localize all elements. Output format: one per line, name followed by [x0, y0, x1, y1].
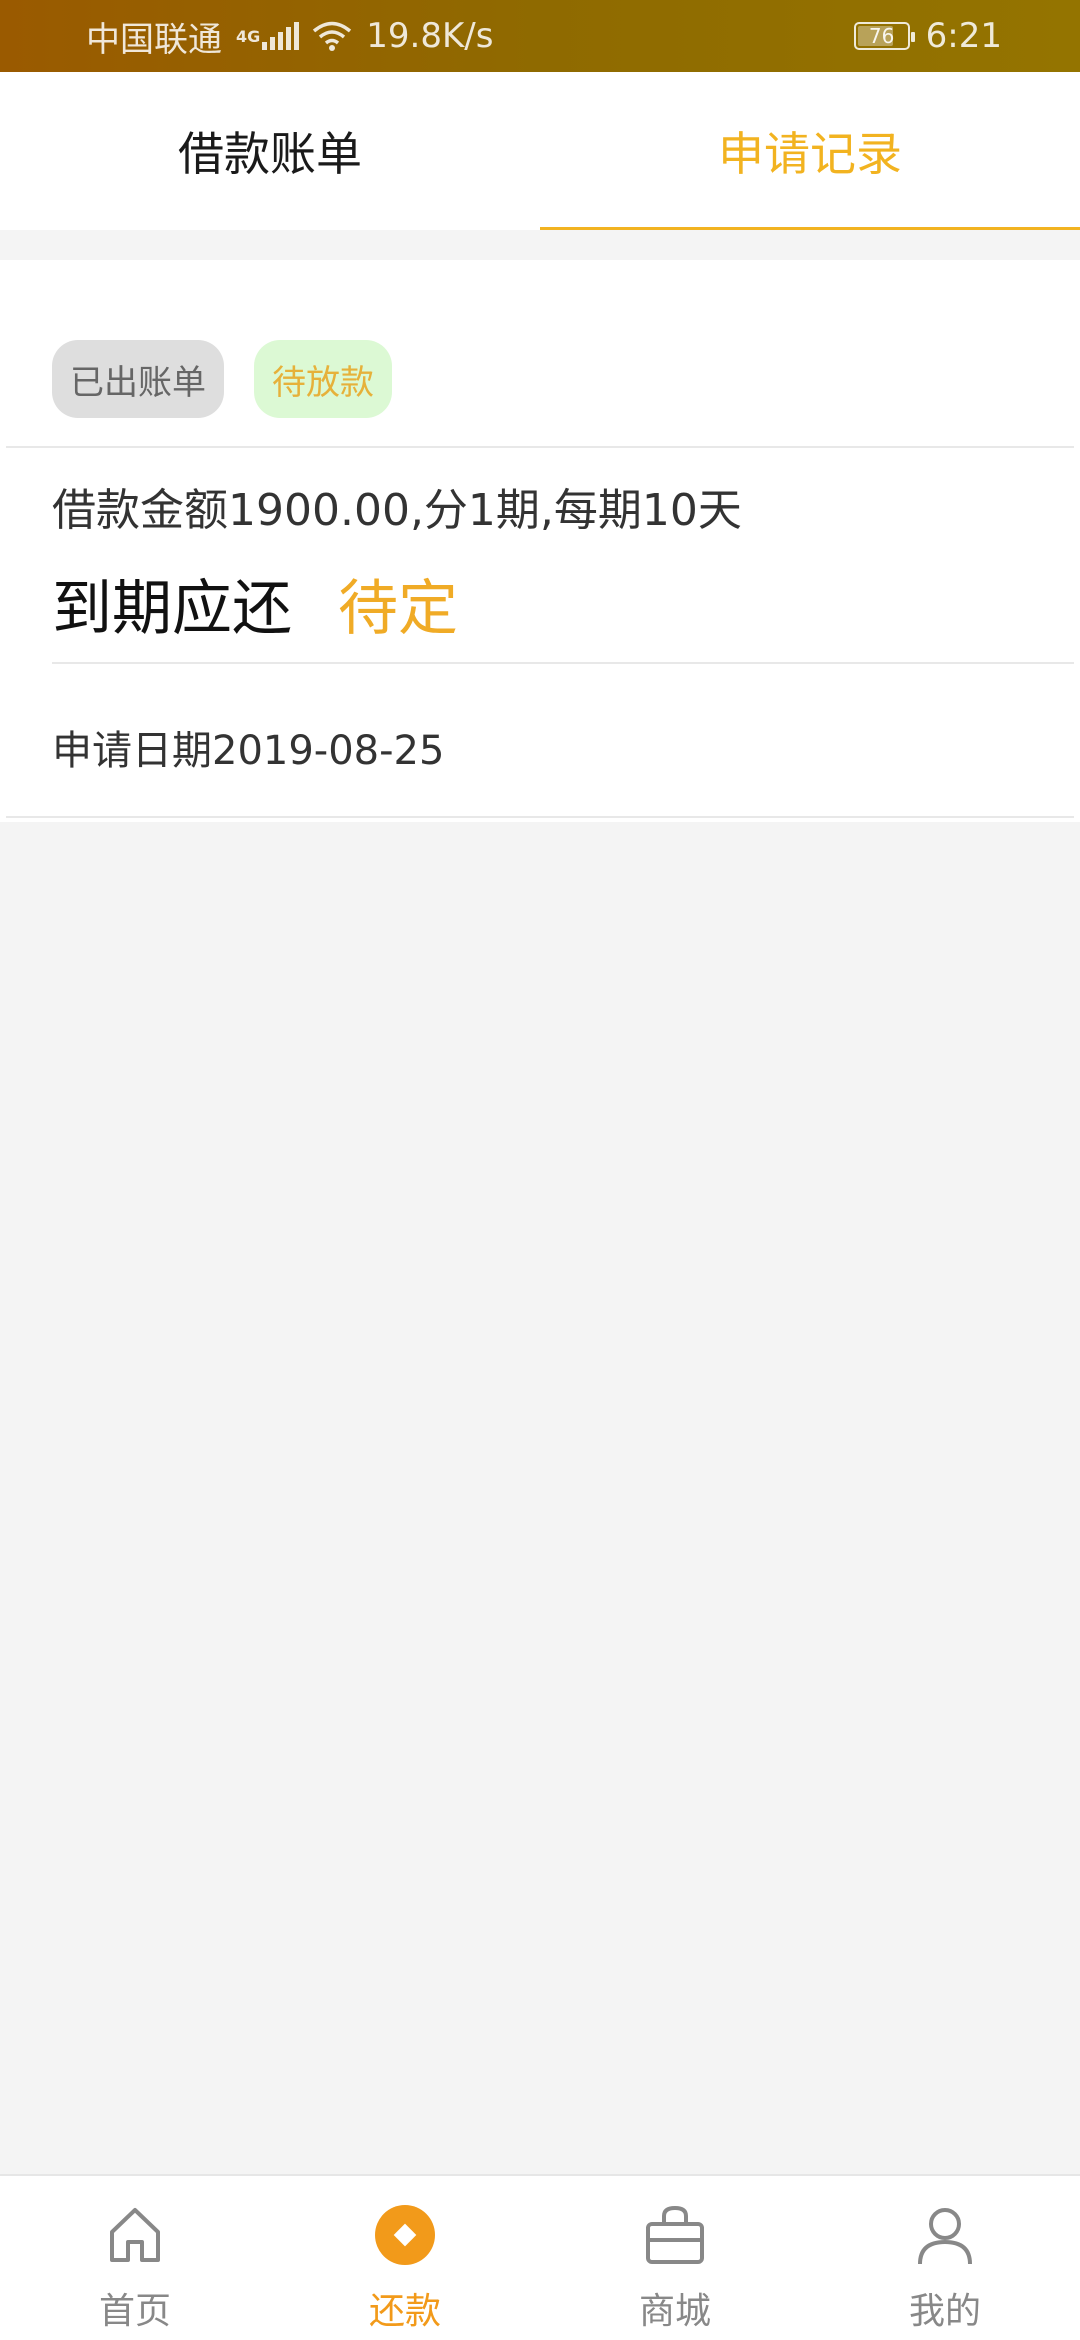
- user-icon: [918, 2208, 972, 2265]
- clock: 6:21: [925, 16, 1002, 56]
- due-value: 待定: [338, 574, 458, 644]
- nav-mine[interactable]: 我的: [810, 2176, 1080, 2340]
- tab-loan-bills[interactable]: 借款账单: [0, 72, 540, 230]
- signal-icon: [262, 22, 302, 50]
- status-badge-pending-disbursement: 待放款: [254, 340, 392, 418]
- divider: [6, 816, 1074, 818]
- repay-icon: [375, 2205, 435, 2265]
- apply-date: 申请日期2019-08-25: [52, 728, 445, 774]
- nav-shop[interactable]: 商城: [540, 2176, 810, 2340]
- nav-repay[interactable]: 还款: [270, 2176, 540, 2340]
- application-record-card[interactable]: 已出账单 待放款 借款金额1900.00,分1期,每期10天 到期应还 待定 申…: [0, 260, 1080, 822]
- status-left: 中国联通 4G 19.8K/s: [86, 12, 507, 61]
- network-speed: 19.8K/s: [366, 16, 494, 56]
- due-row: 到期应还 待定: [52, 560, 458, 647]
- divider: [52, 662, 1074, 664]
- divider: [6, 446, 1074, 448]
- status-badge-billed: 已出账单: [52, 340, 224, 418]
- nav-label: 我的: [908, 2291, 981, 2332]
- shop-bag-icon: [646, 2205, 704, 2264]
- status-bar: 中国联通 4G 19.8K/s 76 6:21: [0, 0, 1080, 72]
- status-chips: 已出账单 待放款: [52, 340, 422, 418]
- bottom-nav: 首页 还款 商城 我的: [0, 2174, 1080, 2340]
- battery-icon: 76: [853, 22, 915, 50]
- nav-home[interactable]: 首页: [0, 2176, 270, 2340]
- wifi-icon: [313, 21, 352, 51]
- carrier-name: 中国联通: [86, 19, 222, 60]
- nav-label: 还款: [368, 2291, 441, 2332]
- due-label: 到期应还: [52, 574, 292, 644]
- loan-description: 借款金额1900.00,分1期,每期10天: [52, 485, 742, 536]
- nav-label: 商城: [638, 2291, 711, 2332]
- network-type: 4G: [236, 26, 261, 46]
- battery-level: 76: [868, 24, 895, 48]
- nav-label: 首页: [98, 2291, 171, 2332]
- status-right: 76 6:21: [853, 16, 1002, 56]
- tab-bar: 借款账单 申请记录: [0, 72, 1080, 230]
- home-icon: [110, 2208, 160, 2262]
- tab-application-records[interactable]: 申请记录: [540, 72, 1080, 230]
